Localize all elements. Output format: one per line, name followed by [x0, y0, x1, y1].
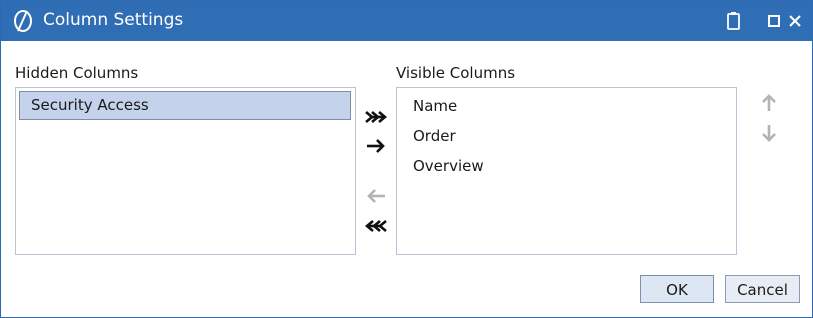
list-item-label: Security Access	[31, 96, 149, 114]
app-logo-icon	[11, 9, 35, 33]
cancel-button[interactable]: Cancel	[725, 275, 800, 303]
move-all-right-button[interactable]	[363, 106, 389, 128]
list-item[interactable]: Order	[413, 127, 456, 145]
visible-columns-label: Visible Columns	[396, 64, 516, 82]
clipboard-icon[interactable]	[724, 9, 744, 33]
window-title: Column Settings	[43, 10, 184, 30]
move-down-button[interactable]	[757, 122, 781, 144]
list-item[interactable]: Overview	[413, 157, 484, 175]
column-settings-dialog: Column Settings Hidden Columns Visible C…	[0, 0, 813, 318]
visible-columns-list[interactable]: Name Order Overview	[396, 87, 737, 255]
maximize-icon[interactable]	[765, 9, 785, 33]
hidden-columns-label: Hidden Columns	[15, 64, 139, 82]
move-left-button[interactable]	[363, 185, 389, 207]
close-icon[interactable]	[786, 9, 806, 33]
move-all-left-button[interactable]	[363, 215, 389, 237]
title-bar: Column Settings	[1, 1, 812, 41]
ok-button[interactable]: OK	[640, 275, 714, 303]
move-up-button[interactable]	[757, 92, 781, 114]
hidden-columns-list[interactable]: Security Access	[15, 87, 356, 255]
list-item[interactable]: Name	[413, 97, 457, 115]
list-item[interactable]: Security Access	[19, 91, 351, 120]
move-right-button[interactable]	[363, 135, 389, 157]
